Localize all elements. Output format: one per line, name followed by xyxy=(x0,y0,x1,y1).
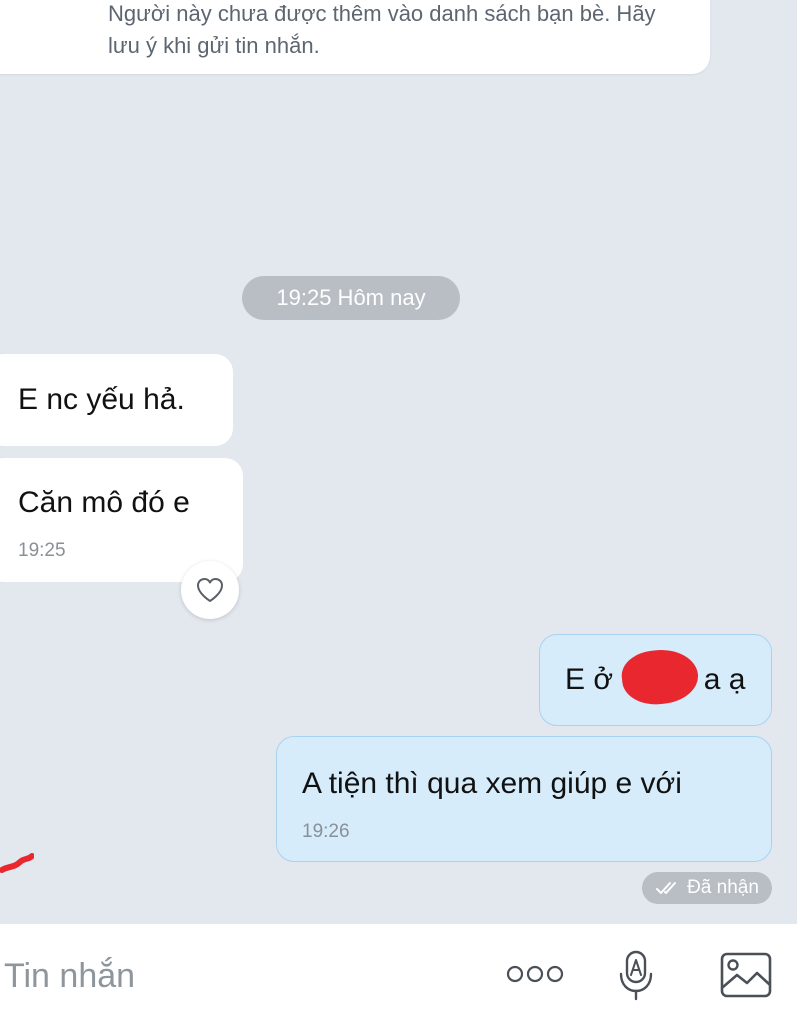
message-time: 19:25 xyxy=(18,540,66,561)
message-text: Căn mô đó e xyxy=(18,486,190,519)
message-composer xyxy=(0,924,797,1024)
incoming-message-bubble[interactable]: E nc yếu hả. xyxy=(0,354,233,446)
outgoing-message-bubble[interactable]: A tiện thì qua xem giúp e với 19:26 xyxy=(276,736,772,862)
image-picker-button[interactable] xyxy=(718,950,774,1000)
message-text-before: E ở xyxy=(565,663,614,696)
message-input[interactable] xyxy=(4,946,464,1006)
stranger-notice-text: Người này chưa được thêm vào danh sách b… xyxy=(108,1,656,58)
message-time: 19:26 xyxy=(302,821,350,842)
chat-screen: Người này chưa được thêm vào danh sách b… xyxy=(0,0,797,1024)
voice-to-text-icon xyxy=(619,950,653,1001)
stranger-notice-card: Người này chưa được thêm vào danh sách b… xyxy=(0,0,710,74)
delivery-status-label: Đã nhận xyxy=(687,877,759,898)
delivery-status-badge: Đã nhận xyxy=(642,872,772,904)
heart-icon xyxy=(197,578,223,602)
message-text: A tiện thì qua xem giúp e với xyxy=(302,767,682,800)
image-picker-icon xyxy=(720,952,772,998)
reaction-button[interactable] xyxy=(181,561,239,619)
voice-to-text-button[interactable] xyxy=(612,946,662,1004)
message-text: E nc yếu hả. xyxy=(18,383,185,416)
more-options-icon xyxy=(506,965,564,983)
timestamp-pill: 19:25 Hôm nay xyxy=(242,276,460,320)
more-options-button[interactable] xyxy=(504,956,566,992)
double-check-icon xyxy=(656,882,677,894)
message-text-after: a ạ xyxy=(703,663,746,696)
red-mark xyxy=(0,853,34,873)
